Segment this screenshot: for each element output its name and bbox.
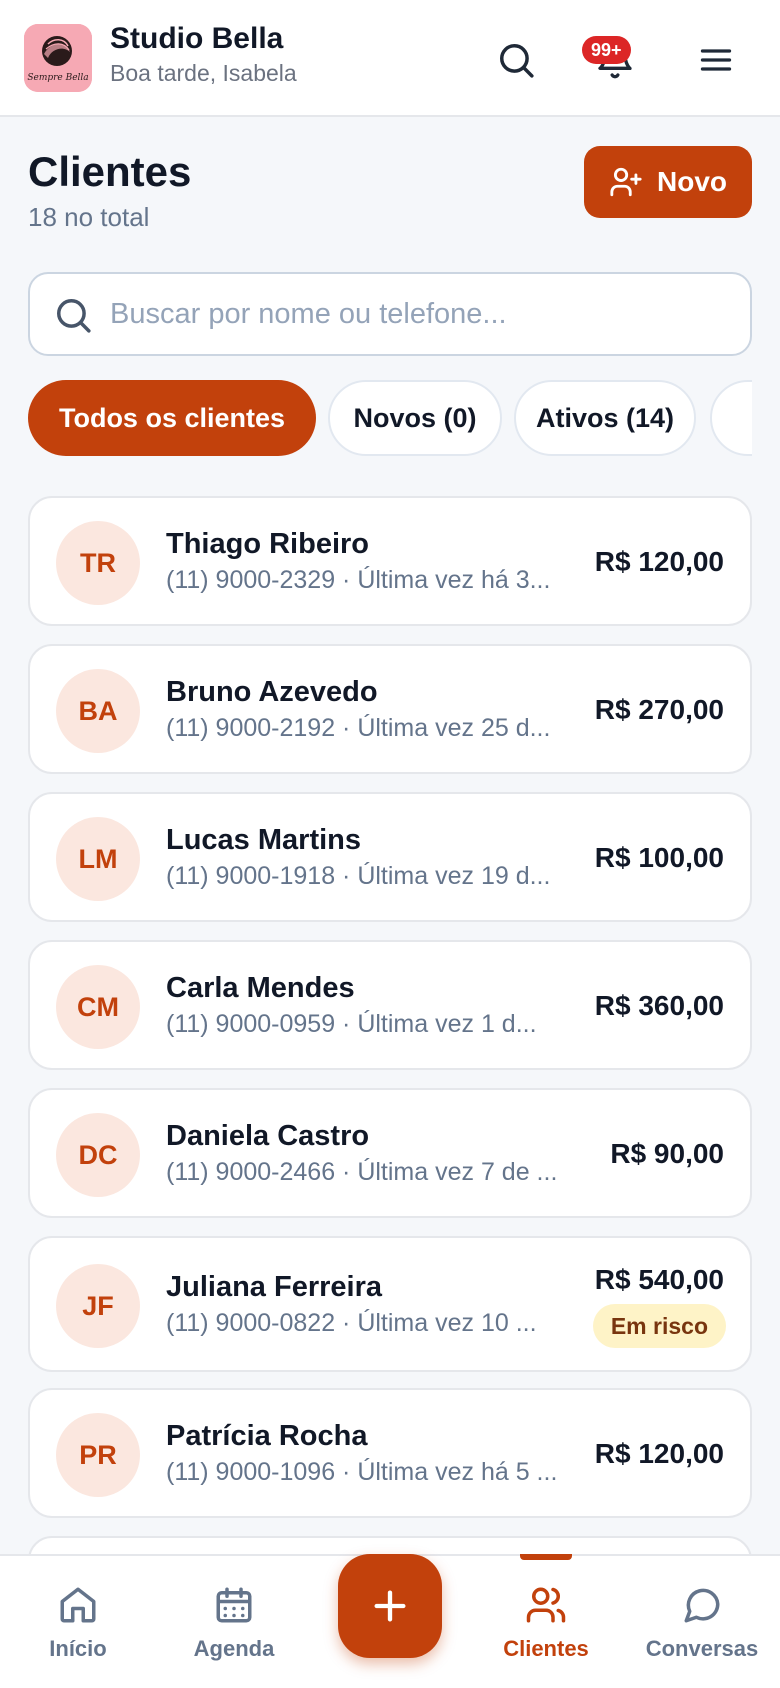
- client-name: Lucas Martins: [166, 824, 361, 856]
- home-icon: [60, 1587, 96, 1623]
- avatar: PR: [56, 1413, 140, 1497]
- studio-logo[interactable]: Sempre Bella: [24, 24, 92, 92]
- client-amount: R$ 90,00: [610, 1138, 724, 1169]
- client-amount: R$ 360,00: [594, 990, 724, 1021]
- avatar: DC: [56, 1113, 140, 1197]
- client-name: Thiago Ribeiro: [166, 528, 369, 560]
- top-bar: Sempre Bella Studio Bella Boa tarde, Isa…: [0, 0, 780, 117]
- avatar: LM: [56, 817, 140, 901]
- calendar-icon: [216, 1587, 252, 1623]
- search-button[interactable]: [490, 34, 542, 86]
- active-tab-indicator: [520, 1554, 572, 1560]
- client-count: 18 no total: [28, 202, 150, 232]
- risk-badge: Em risco: [592, 1304, 726, 1348]
- filter-more[interactable]: [710, 380, 752, 456]
- nav-agenda-label: Agenda: [193, 1636, 275, 1661]
- nav-home-label: Início: [49, 1636, 107, 1661]
- client-amount: R$ 270,00: [594, 694, 724, 725]
- client-card[interactable]: DC Daniela Castro (11) 9000-2466 · Últim…: [28, 1088, 752, 1218]
- avatar: JF: [56, 1264, 140, 1348]
- brand-name: Studio Bella: [110, 22, 284, 55]
- client-card[interactable]: CM Carla Mendes (11) 9000-0959 · Última …: [28, 940, 752, 1070]
- client-info: (11) 9000-2192 · Última vez 25 d...: [166, 714, 551, 742]
- avatar: TR: [56, 521, 140, 605]
- client-info: (11) 9000-1096 · Última vez há 5 ...: [166, 1458, 558, 1486]
- client-info: (11) 9000-2466 · Última vez 7 de ...: [166, 1158, 558, 1186]
- nav-home[interactable]: Início: [0, 1556, 156, 1688]
- greeting-text: Boa tarde, Isabela: [110, 60, 297, 86]
- client-name: Carla Mendes: [166, 972, 355, 1004]
- client-amount: R$ 540,00: [594, 1264, 724, 1295]
- client-name: Patrícia Rocha: [166, 1420, 368, 1452]
- client-info: (11) 9000-2329 · Última vez há 3...: [166, 566, 551, 594]
- notification-badge: 99+: [582, 36, 631, 64]
- menu-icon: [700, 49, 732, 71]
- chat-icon: [684, 1588, 720, 1623]
- nav-agenda[interactable]: Agenda: [156, 1556, 312, 1688]
- client-name: Juliana Ferreira: [166, 1271, 382, 1303]
- new-client-button[interactable]: Novo: [584, 146, 752, 218]
- client-card[interactable]: TR Thiago Ribeiro (11) 9000-2329 · Últim…: [28, 496, 752, 626]
- filter-new[interactable]: Novos (0): [328, 380, 502, 456]
- client-info: (11) 9000-1918 · Última vez 19 d...: [166, 862, 551, 890]
- client-amount: R$ 120,00: [594, 546, 724, 577]
- nav-conversations-label: Conversas: [645, 1636, 759, 1661]
- search-icon: [500, 44, 534, 78]
- users-icon: [526, 1587, 566, 1623]
- menu-button[interactable]: [690, 34, 742, 86]
- page-title: Clientes: [28, 148, 192, 195]
- client-card[interactable]: JF Juliana Ferreira (11) 9000-0822 · Últ…: [28, 1236, 752, 1372]
- new-client-label: Novo: [657, 166, 727, 197]
- avatar: CM: [56, 965, 140, 1049]
- client-info: (11) 9000-0959 · Última vez 1 d...: [166, 1010, 537, 1038]
- search-input[interactable]: [110, 274, 730, 354]
- nav-conversations[interactable]: Conversas: [624, 1556, 780, 1688]
- avatar: BA: [56, 669, 140, 753]
- plus-icon: [374, 1590, 406, 1622]
- filter-chips: Todos os clientes Novos (0) Ativos (14): [28, 380, 752, 456]
- client-amount: R$ 120,00: [594, 1438, 724, 1469]
- search-icon: [57, 299, 91, 333]
- nav-clients[interactable]: Clientes: [468, 1556, 624, 1688]
- search-field[interactable]: [28, 272, 752, 356]
- client-card[interactable]: PR Patrícia Rocha (11) 9000-1096 · Últim…: [28, 1388, 752, 1518]
- client-name: Daniela Castro: [166, 1120, 370, 1152]
- nav-clients-label: Clientes: [503, 1636, 589, 1661]
- logo-icon: Sempre Bella: [24, 24, 92, 92]
- logo-text: Sempre Bella: [27, 73, 88, 83]
- client-name: Bruno Azevedo: [166, 676, 378, 708]
- client-amount: R$ 100,00: [594, 842, 724, 873]
- add-fab-button[interactable]: [338, 1554, 442, 1658]
- filter-all-clients[interactable]: Todos os clientes: [28, 380, 316, 456]
- user-plus-icon: [610, 167, 642, 197]
- client-info: (11) 9000-0822 · Última vez 10 ...: [166, 1309, 537, 1337]
- client-card[interactable]: LM Lucas Martins (11) 9000-1918 · Última…: [28, 792, 752, 922]
- filter-active[interactable]: Ativos (14): [514, 380, 696, 456]
- client-card[interactable]: BA Bruno Azevedo (11) 9000-2192 · Última…: [28, 644, 752, 774]
